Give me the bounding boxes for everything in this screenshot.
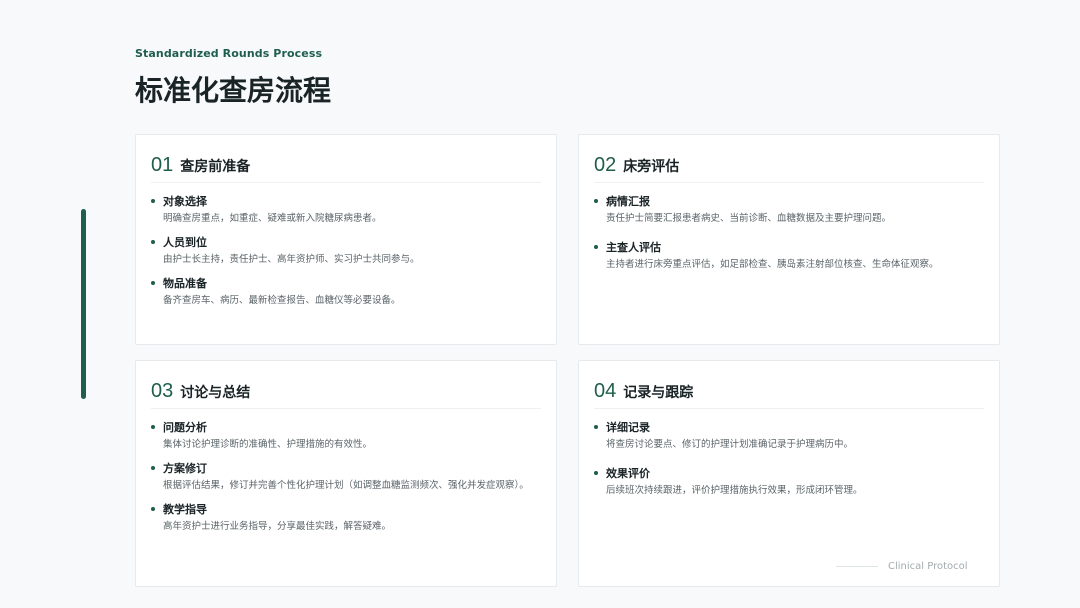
item-title: 物品准备 (163, 277, 207, 290)
bullet-dot-icon (151, 507, 155, 511)
footer-text: Clinical Protocol (888, 561, 968, 572)
card-title: 查房前准备 (180, 158, 251, 175)
item-title: 对象选择 (163, 195, 207, 208)
list-item: 问题分析 集体讨论护理诊断的准确性、护理措施的有效性。 (151, 419, 536, 451)
bullet-dot-icon (151, 281, 155, 285)
bullet-dot-icon (594, 471, 598, 475)
item-title: 方案修订 (163, 462, 207, 475)
item-description: 备齐查房车、病历、最新检查报告、血糖仪等必要设备。 (163, 295, 401, 306)
bullet-dot-icon (151, 240, 155, 244)
card-title: 床旁评估 (623, 158, 680, 175)
item-title: 主查人评估 (606, 241, 661, 254)
item-description: 集体讨论护理诊断的准确性、护理措施的有效性。 (163, 439, 373, 450)
card-record-tracking: 04 记录与跟踪 详细记录 将查房讨论要点、修订的护理计划准确记录于护理病历中。… (578, 360, 1000, 587)
bullet-dot-icon (594, 425, 598, 429)
item-title: 效果评价 (606, 467, 650, 480)
bullet-dot-icon (151, 466, 155, 470)
item-description: 将查房讨论要点、修订的护理计划准确记录于护理病历中。 (606, 439, 854, 450)
card-bedside-assessment: 02 床旁评估 病情汇报 责任护士简要汇报患者病史、当前诊断、血糖数据及主要护理… (578, 134, 1000, 345)
bullet-dot-icon (151, 199, 155, 203)
card-title: 讨论与总结 (180, 384, 251, 401)
item-list: 问题分析 集体讨论护理诊断的准确性、护理措施的有效性。 方案修订 根据评估结果，… (151, 419, 536, 542)
list-item: 病情汇报 责任护士简要汇报患者病史、当前诊断、血糖数据及主要护理问题。 (594, 193, 979, 225)
bullet-dot-icon (151, 425, 155, 429)
item-title: 病情汇报 (606, 195, 650, 208)
item-description: 高年资护士进行业务指导，分享最佳实践，解答疑难。 (163, 521, 392, 532)
card-discussion-summary: 03 讨论与总结 问题分析 集体讨论护理诊断的准确性、护理措施的有效性。 方案修… (135, 360, 557, 587)
bullet-dot-icon (594, 199, 598, 203)
list-item: 效果评价 后续班次持续跟进，评价护理措施执行效果，形成闭环管理。 (594, 465, 979, 497)
page-subtitle: Standardized Rounds Process (135, 47, 323, 60)
card-number: 04 (594, 380, 617, 402)
item-description: 由护士长主持，责任护士、高年资护师、实习护士共同参与。 (163, 254, 420, 265)
item-list: 病情汇报 责任护士简要汇报患者病史、当前诊断、血糖数据及主要护理问题。 主查人评… (594, 193, 979, 280)
item-description: 明确查房重点，如重症、疑难或新入院糖尿病患者。 (163, 213, 382, 224)
footer-divider (836, 566, 878, 567)
card-header: 03 讨论与总结 (151, 375, 541, 409)
list-item: 教学指导 高年资护士进行业务指导，分享最佳实践，解答疑难。 (151, 501, 536, 533)
item-title: 详细记录 (606, 421, 650, 434)
item-description: 后续班次持续跟进，评价护理措施执行效果，形成闭环管理。 (606, 485, 863, 496)
card-number: 03 (151, 380, 174, 402)
card-header: 01 查房前准备 (151, 149, 541, 183)
list-item: 人员到位 由护士长主持，责任护士、高年资护师、实习护士共同参与。 (151, 234, 536, 266)
item-title: 教学指导 (163, 503, 207, 516)
footer-label: Clinical Protocol (836, 561, 968, 572)
page-title: 标准化查房流程 (135, 74, 332, 107)
card-header: 04 记录与跟踪 (594, 375, 984, 409)
item-description: 根据评估结果，修订并完善个性化护理计划（如调整血糖监测频次、强化并发症观察）。 (163, 480, 529, 491)
list-item: 详细记录 将查房讨论要点、修订的护理计划准确记录于护理病历中。 (594, 419, 979, 451)
card-preparation: 01 查房前准备 对象选择 明确查房重点，如重症、疑难或新入院糖尿病患者。 人员… (135, 134, 557, 345)
card-title: 记录与跟踪 (623, 384, 694, 401)
card-number: 02 (594, 154, 617, 176)
list-item: 主查人评估 主持者进行床旁重点评估，如足部检查、胰岛素注射部位核查、生命体征观察… (594, 239, 979, 271)
accent-bar (81, 209, 86, 399)
item-title: 人员到位 (163, 236, 207, 249)
list-item: 物品准备 备齐查房车、病历、最新检查报告、血糖仪等必要设备。 (151, 275, 536, 307)
list-item: 方案修订 根据评估结果，修订并完善个性化护理计划（如调整血糖监测频次、强化并发症… (151, 460, 536, 492)
list-item: 对象选择 明确查房重点，如重症、疑难或新入院糖尿病患者。 (151, 193, 536, 225)
bullet-dot-icon (594, 245, 598, 249)
item-list: 对象选择 明确查房重点，如重症、疑难或新入院糖尿病患者。 人员到位 由护士长主持… (151, 193, 536, 316)
item-description: 责任护士简要汇报患者病史、当前诊断、血糖数据及主要护理问题。 (606, 213, 892, 224)
item-list: 详细记录 将查房讨论要点、修订的护理计划准确记录于护理病历中。 效果评价 后续班… (594, 419, 979, 506)
item-description: 主持者进行床旁重点评估，如足部检查、胰岛素注射部位核查、生命体征观察。 (606, 259, 939, 270)
item-title: 问题分析 (163, 421, 207, 434)
card-header: 02 床旁评估 (594, 149, 984, 183)
card-number: 01 (151, 154, 174, 176)
